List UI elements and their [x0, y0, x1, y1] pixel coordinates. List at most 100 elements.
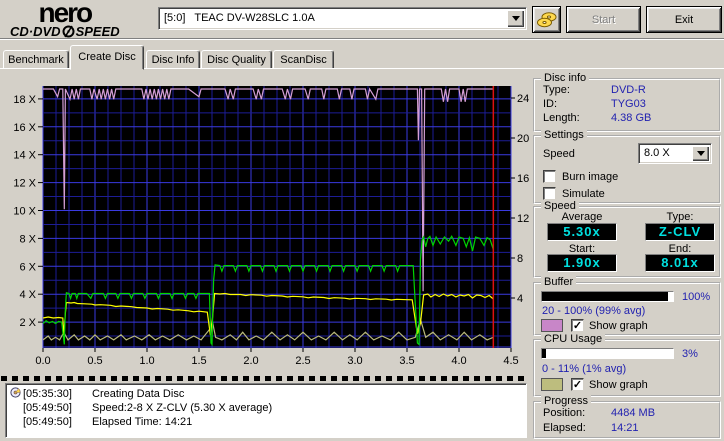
drive-selector-value: [5:0] TEAC DV-W28SLC 1.0A	[164, 12, 315, 24]
y-axis-right-tick-label: 16	[517, 173, 529, 185]
log-timestamp: [05:49:50]	[23, 416, 72, 428]
disc-id-value: TYG03	[611, 98, 646, 110]
position-value: 4484 MB	[611, 407, 656, 419]
exit-button[interactable]: Exit	[646, 6, 722, 33]
tab-label: Disc Info	[151, 54, 195, 66]
position-label: Position:	[543, 407, 586, 419]
settings-title: Settings	[541, 129, 587, 141]
x-axis-tick-label: 3.5	[399, 355, 414, 367]
tab-disc-quality[interactable]: Disc Quality	[201, 50, 272, 69]
cpu-percent-value: 3%	[682, 348, 698, 360]
x-axis-tick-label: 2.5	[295, 355, 310, 367]
discs-icon	[536, 11, 556, 27]
buffer-show-graph-label: Show graph	[589, 320, 648, 332]
disc-type-value: DVD-R	[611, 84, 646, 96]
buffer-range-text: 20 - 100% (99% avg)	[542, 305, 646, 317]
x-axis-tick-label: 1.5	[191, 355, 206, 367]
chevron-down-icon	[511, 16, 520, 25]
average-speed-label: Average	[561, 211, 603, 223]
tab-benchmark[interactable]: Benchmark	[3, 50, 69, 69]
disc-length-label: Length:	[543, 112, 580, 124]
disc-tool-button[interactable]	[532, 6, 561, 33]
tab-label: ScanDisc	[280, 54, 327, 66]
x-axis-tick-label: 1.0	[139, 355, 154, 367]
burn-image-label: Burn image	[562, 171, 619, 183]
buffer-title: Buffer	[541, 276, 577, 288]
toolbar-divider-highlight	[0, 39, 724, 40]
log-entry: [05:35:30] Creating Data Disc	[10, 387, 524, 401]
disc-info-group: Disc info Type: DVD-R ID: TYG03 Length: …	[533, 72, 721, 132]
x-axis-tick-label: 2.0	[243, 355, 258, 367]
y-axis-right-tick-label: 20	[517, 133, 529, 145]
log-entry: [05:49:50] Elapsed Time: 14:21	[10, 415, 524, 429]
disc-glyph-icon	[62, 25, 75, 38]
log-splitter-handle[interactable]	[1, 376, 529, 381]
cpu-series-swatch	[541, 378, 563, 391]
buffer-show-graph-checkbox[interactable]: ✓	[571, 319, 584, 332]
x-axis-tick-label: 0.0	[35, 355, 50, 367]
settings-group: Settings Speed 8.0 X Burn image Simulate	[533, 129, 721, 204]
burn-speed-chart: 18 X 16 X 14 X 12 X 10 X 8 X 6 X 4 X 2 X 24 20 16 12…	[13, 86, 529, 367]
nero-logo-text: nero	[38, 0, 93, 28]
log-timestamp: [05:49:50]	[23, 402, 72, 414]
speed-setting-label: Speed	[543, 148, 575, 160]
drive-selector-dropdown-button[interactable]	[507, 10, 524, 27]
x-axis-tick-label: 0.5	[87, 355, 102, 367]
cpu-usage-bar	[541, 348, 674, 359]
buffer-percent-value: 100%	[682, 291, 711, 303]
y-axis-right-tick-label: 4	[517, 293, 523, 305]
cpu-show-graph-checkbox[interactable]: ✓	[571, 378, 584, 391]
speed-selector-value: 8.0 X	[644, 147, 670, 159]
elapsed-label: Elapsed:	[543, 422, 586, 434]
disc-info-title: Disc info	[541, 72, 590, 84]
y-axis-left-tick-label: 8 X	[19, 233, 36, 245]
end-speed-display: 8.01x	[645, 254, 715, 272]
speed-selector-dropdown-button[interactable]	[692, 146, 709, 161]
log-timestamp: [05:35:30]	[23, 388, 72, 400]
disc-id-label: ID:	[543, 98, 558, 110]
log-entry: [05:49:50] Speed:2-8 X Z-CLV (5.30 X aver…	[10, 401, 524, 415]
cpu-usage-group: CPU Usage 3% 0 - 11% (1% avg) ✓ Show gra…	[533, 333, 721, 397]
speed-type-label: Type:	[666, 211, 694, 223]
tab-scandisc[interactable]: ScanDisc	[273, 50, 334, 69]
tab-disc-info[interactable]: Disc Info	[146, 50, 200, 69]
log-message: Elapsed Time: 14:21	[92, 416, 193, 428]
simulate-checkbox[interactable]	[543, 187, 556, 200]
start-button[interactable]: Start	[566, 6, 641, 33]
exit-button-label: Exit	[674, 13, 694, 26]
logo-speed-text: SPEED	[75, 24, 120, 39]
buffer-series-swatch	[541, 319, 563, 332]
buffer-level-bar	[541, 291, 674, 302]
progress-group: Progress Position: 4484 MB Elapsed: 14:2…	[533, 395, 721, 439]
event-log: [05:35:30] Creating Data Disc [05:49:50] Sp…	[5, 383, 527, 438]
y-axis-left-tick-label: 6 X	[19, 261, 36, 273]
progress-title: Progress	[541, 395, 592, 407]
y-axis-left-tick-label: 18 X	[13, 94, 36, 106]
buffer-level-bar-fill	[542, 292, 668, 301]
speed-selector[interactable]: 8.0 X	[638, 143, 712, 164]
start-button-label: Start	[591, 13, 616, 26]
burn-image-checkbox[interactable]	[543, 170, 556, 183]
y-axis-left-tick-label: 4 X	[19, 289, 36, 301]
tab-label: Benchmark	[8, 54, 64, 66]
x-axis-tick-label: 4.5	[503, 355, 518, 367]
nero-logo: nero CD·DVD SPEED	[10, 0, 120, 39]
start-speed-display: 1.90x	[547, 254, 617, 272]
disc-length-value: 4.38 GB	[611, 112, 652, 124]
chevron-down-icon	[696, 151, 705, 160]
simulate-label: Simulate	[562, 188, 605, 200]
y-axis-right-tick-label: 12	[517, 213, 529, 225]
tab-label: Disc Quality	[207, 54, 266, 66]
log-message: Speed:2-8 X Z-CLV (5.30 X average)	[92, 402, 273, 414]
drive-selector[interactable]: [5:0] TEAC DV-W28SLC 1.0A	[158, 7, 527, 30]
buffer-group: Buffer 100% 20 - 100% (99% avg) ✓ Show g…	[533, 276, 721, 336]
y-axis-left-tick-label: 10 X	[13, 206, 36, 218]
disc-event-icon	[10, 387, 23, 401]
y-axis-right-tick-label: 8	[517, 253, 523, 265]
tab-create-disc[interactable]: Create Disc	[70, 45, 144, 70]
logo-cddvd-text: CD·DVD	[10, 24, 61, 39]
cpu-show-graph-label: Show graph	[589, 379, 648, 391]
y-axis-left-tick-label: 14 X	[13, 150, 36, 162]
y-axis-left-tick-label: 2 X	[19, 317, 36, 329]
log-message: Creating Data Disc	[92, 388, 185, 400]
